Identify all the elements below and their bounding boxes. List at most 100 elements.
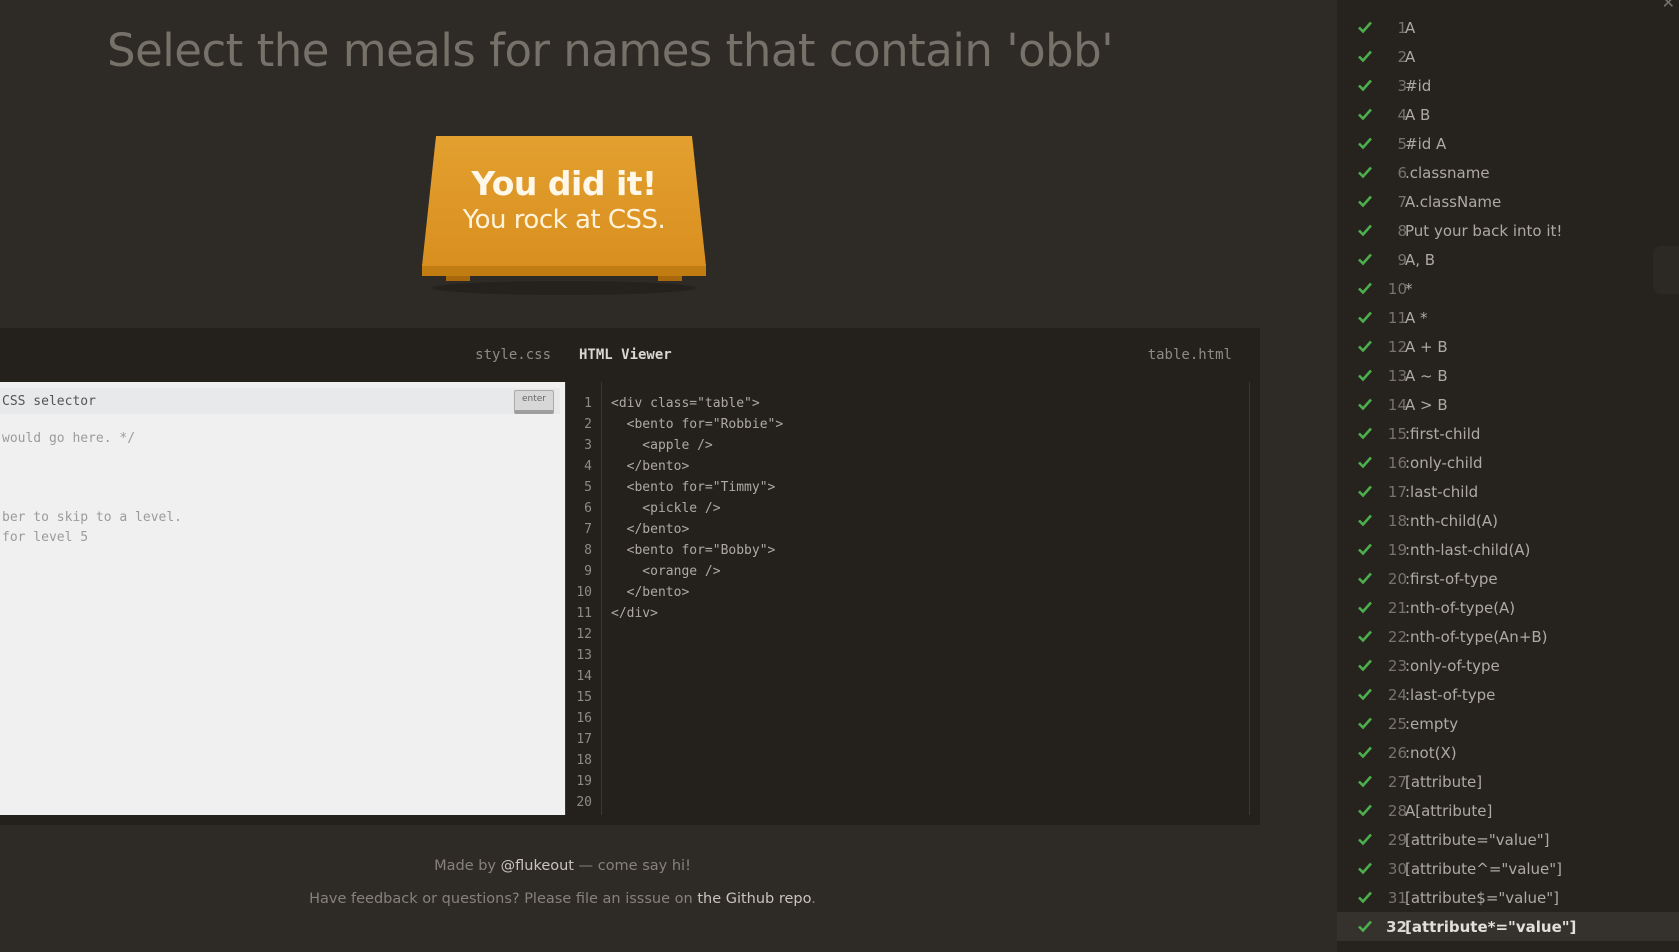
checkmark-icon [1358, 108, 1372, 121]
level-item[interactable]: 9 A, B [1337, 245, 1679, 274]
side-tab[interactable] [1653, 246, 1679, 294]
level-name: .classname [1405, 163, 1490, 182]
level-item[interactable]: 19:nth-last-child(A) [1337, 535, 1679, 564]
level-number: 29 [1387, 830, 1407, 849]
level-item[interactable]: 15:first-child [1337, 419, 1679, 448]
code-line[interactable]: </div> [611, 603, 783, 624]
editor: style.css HTML Viewer table.html enter w… [0, 328, 1260, 825]
code-line[interactable]: </bento> [611, 582, 783, 603]
level-item[interactable]: 12 A + B [1337, 332, 1679, 361]
checkmark-icon [1358, 427, 1372, 440]
html-code: <div class="table"> <bento for="Robbie">… [611, 393, 783, 624]
level-item[interactable]: 14 A > B [1337, 390, 1679, 419]
level-item[interactable]: 6 .classname [1337, 158, 1679, 187]
level-name: A, B [1405, 250, 1436, 269]
level-item[interactable]: 28 A[attribute] [1337, 796, 1679, 825]
code-line[interactable]: <div class="table"> [611, 393, 783, 414]
checkmark-icon [1358, 166, 1372, 179]
level-name: :empty [1405, 714, 1459, 733]
line-number: 8 [584, 543, 592, 558]
code-line[interactable]: <bento for="Bobby"> [611, 540, 783, 561]
line-number: 6 [584, 501, 592, 516]
feedback-suffix: . [811, 891, 816, 907]
level-name: :last-of-type [1405, 685, 1496, 704]
css-pane-header: style.css [0, 328, 565, 382]
level-item[interactable]: 5 #id A [1337, 129, 1679, 158]
level-item[interactable]: 16:only-child [1337, 448, 1679, 477]
level-item[interactable]: 30 [attribute^="value"] [1337, 854, 1679, 883]
checkmark-icon [1358, 920, 1372, 933]
level-name: :not(X) [1405, 743, 1457, 762]
level-item[interactable]: 2A [1337, 42, 1679, 71]
code-line[interactable]: </bento> [611, 519, 783, 540]
level-number: 1 [1397, 18, 1407, 37]
level-item[interactable]: 29 [attribute="value"] [1337, 825, 1679, 854]
flukeout-link[interactable]: @flukeout [501, 858, 574, 874]
html-pane-header: HTML Viewer table.html [565, 328, 1250, 382]
level-item[interactable]: 25:empty [1337, 709, 1679, 738]
checkmark-icon [1358, 630, 1372, 643]
checkmark-icon [1358, 833, 1372, 846]
checkmark-icon [1358, 572, 1372, 585]
enter-button[interactable]: enter [514, 390, 554, 414]
level-number: 16 [1387, 453, 1407, 472]
level-name: [attribute="value"] [1405, 830, 1550, 849]
level-number: 21 [1387, 598, 1407, 617]
level-number: 14 [1387, 395, 1407, 414]
level-item[interactable]: 18:nth-child(A) [1337, 506, 1679, 535]
css-editor-pane[interactable]: enter would go here. */ ber to skip to a… [0, 382, 565, 815]
level-item[interactable]: 32 [attribute*="value"] [1337, 912, 1679, 941]
level-item[interactable]: 17:last-child [1337, 477, 1679, 506]
checkmark-icon [1358, 340, 1372, 353]
level-name: :first-of-type [1405, 569, 1498, 588]
checkmark-icon [1358, 717, 1372, 730]
level-item[interactable]: 23:only-of-type [1337, 651, 1679, 680]
level-item[interactable]: 3 #id [1337, 71, 1679, 100]
checkmark-icon [1358, 79, 1372, 92]
checkmark-icon [1358, 369, 1372, 382]
level-item[interactable]: 24:last-of-type [1337, 680, 1679, 709]
level-item[interactable]: 8 Put your back into it! [1337, 216, 1679, 245]
code-line[interactable]: <bento for="Robbie"> [611, 414, 784, 435]
line-number: 18 [576, 753, 592, 768]
code-line[interactable]: <orange /> [611, 561, 783, 582]
level-item[interactable]: 31 [attribute$="value"] [1337, 883, 1679, 912]
level-number: 28 [1387, 801, 1407, 820]
checkmark-icon [1358, 688, 1372, 701]
level-item[interactable]: 26:not(X) [1337, 738, 1679, 767]
level-item[interactable]: 11 A * [1337, 303, 1679, 332]
code-line[interactable]: <pickle /> [611, 498, 783, 519]
level-number: 9 [1397, 250, 1407, 269]
code-line[interactable]: <bento for="Timmy"> [611, 477, 783, 498]
checkmark-icon [1358, 253, 1372, 266]
level-item[interactable]: 4A B [1337, 100, 1679, 129]
level-item[interactable]: 21:nth-of-type(A) [1337, 593, 1679, 622]
html-viewer-pane: 1 2 3 4 5 6 7 8 9 10 11 12 13 14 15 16 17 18 19 20 <div cla… [565, 382, 1250, 815]
close-icon[interactable]: ✕ [1662, 0, 1675, 12]
level-item[interactable]: 27 [attribute] [1337, 767, 1679, 796]
level-item[interactable]: 7 A.className [1337, 187, 1679, 216]
level-item[interactable]: 1A [1337, 13, 1679, 42]
level-name: A B [1405, 105, 1431, 124]
level-item[interactable]: 13 A ~ B [1337, 361, 1679, 390]
level-name: :only-child [1405, 453, 1483, 472]
css-input-row: enter [0, 388, 560, 414]
level-name: [attribute^="value"] [1405, 859, 1563, 878]
level-name: Put your back into it! [1405, 221, 1563, 240]
code-line[interactable]: <apple /> [611, 435, 783, 456]
level-number: 18 [1387, 511, 1407, 530]
css-selector-input[interactable] [0, 388, 510, 414]
level-name: * [1405, 279, 1413, 298]
level-item[interactable]: 10 * [1337, 274, 1679, 303]
level-number: 3 [1397, 76, 1407, 95]
code-line[interactable]: </bento> [611, 456, 783, 477]
github-repo-link[interactable]: the Github repo [697, 891, 811, 907]
level-name: A [1405, 47, 1416, 66]
level-number: 11 [1387, 308, 1407, 327]
level-item[interactable]: 20:first-of-type [1337, 564, 1679, 593]
checkmark-icon [1358, 543, 1372, 556]
level-name: [attribute] [1405, 772, 1483, 791]
level-name: #id [1405, 76, 1432, 95]
level-number: 7 [1397, 192, 1407, 211]
level-item[interactable]: 22:nth-of-type(An+B) [1337, 622, 1679, 651]
